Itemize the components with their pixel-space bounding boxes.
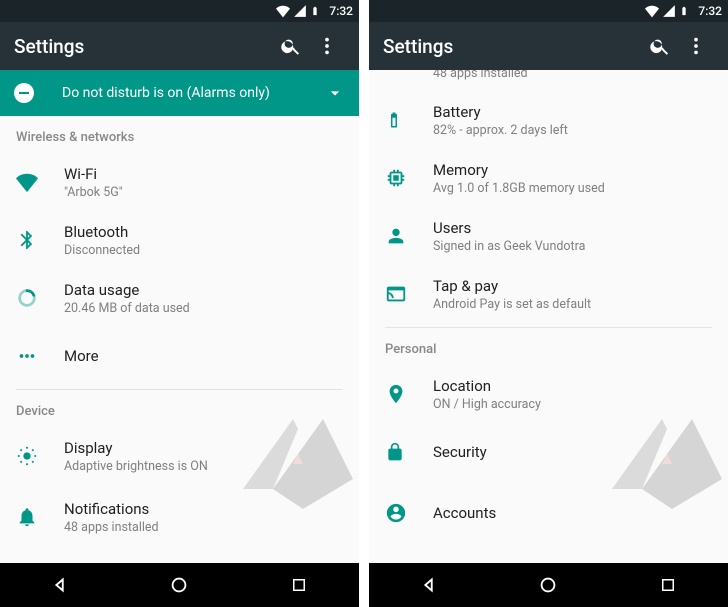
search-icon xyxy=(280,35,302,57)
row-title: Data usage xyxy=(64,281,343,299)
section-wireless: Wireless & networks xyxy=(0,116,359,153)
row-title: Display xyxy=(64,439,343,457)
phone-right: 7:32 Settings 48 apps installed Battery … xyxy=(369,0,728,607)
row-title: Bluetooth xyxy=(64,223,343,241)
row-subtitle: Adaptive brightness is ON xyxy=(64,459,343,474)
row-title: Accounts xyxy=(433,504,712,522)
nav-home-button[interactable] xyxy=(518,567,578,603)
back-icon xyxy=(418,574,440,596)
display-icon xyxy=(16,445,38,467)
recent-icon xyxy=(290,576,308,594)
row-notifications[interactable]: Notifications 48 apps installed xyxy=(0,485,359,543)
row-battery[interactable]: Battery 82% - approx. 2 days left xyxy=(369,91,728,149)
overflow-menu-button[interactable] xyxy=(309,28,345,64)
row-title: Battery xyxy=(433,103,712,121)
nav-bar xyxy=(369,563,728,607)
row-title: Wi-Fi xyxy=(64,165,343,183)
row-tap-pay[interactable]: Tap & pay Android Pay is set as default xyxy=(369,265,728,323)
row-wifi[interactable]: Wi-Fi "Arbok 5G" xyxy=(0,153,359,211)
partial-row-subtitle: 48 apps installed xyxy=(369,70,728,91)
row-subtitle: Disconnected xyxy=(64,243,343,258)
home-icon xyxy=(168,574,190,596)
wifi-status-icon xyxy=(276,4,290,18)
row-title: Notifications xyxy=(64,500,343,518)
app-bar: Settings xyxy=(369,22,728,70)
row-subtitle: Signed in as Geek Vundotra xyxy=(433,239,712,254)
row-title: Users xyxy=(433,219,712,237)
row-subtitle: 48 apps installed xyxy=(64,520,343,535)
wifi-status-icon xyxy=(645,4,659,18)
search-icon xyxy=(649,35,671,57)
dnd-banner-text: Do not disturb is on (Alarms only) xyxy=(62,85,325,101)
row-more[interactable]: More xyxy=(0,327,359,385)
signal-status-icon xyxy=(293,4,307,18)
chevron-down-icon xyxy=(325,83,345,103)
users-icon xyxy=(385,225,407,247)
row-subtitle: Android Pay is set as default xyxy=(433,297,712,312)
nav-back-button[interactable] xyxy=(399,567,459,603)
signal-status-icon xyxy=(662,4,676,18)
settings-list[interactable]: Wireless & networks Wi-Fi "Arbok 5G" Blu… xyxy=(0,116,359,563)
search-button[interactable] xyxy=(642,28,678,64)
row-title: Memory xyxy=(433,161,712,179)
row-subtitle: 20.46 MB of data used xyxy=(64,301,343,316)
recent-icon xyxy=(659,576,677,594)
status-time: 7:32 xyxy=(698,4,722,18)
wifi-icon xyxy=(16,171,38,193)
home-icon xyxy=(537,574,559,596)
accounts-icon xyxy=(385,502,407,524)
more-vert-icon xyxy=(685,35,707,57)
row-users[interactable]: Users Signed in as Geek Vundotra xyxy=(369,207,728,265)
row-display[interactable]: Display Adaptive brightness is ON xyxy=(0,427,359,485)
more-vert-icon xyxy=(316,35,338,57)
row-title: Location xyxy=(433,377,712,395)
bluetooth-icon xyxy=(16,229,38,251)
status-bar: 7:32 xyxy=(0,0,359,22)
row-security[interactable]: Security xyxy=(369,423,728,481)
row-bluetooth[interactable]: Bluetooth Disconnected xyxy=(0,211,359,269)
back-icon xyxy=(49,574,71,596)
location-icon xyxy=(385,383,407,405)
nav-back-button[interactable] xyxy=(30,567,90,603)
dnd-icon xyxy=(14,83,34,103)
search-button[interactable] xyxy=(273,28,309,64)
row-subtitle: ON / High accuracy xyxy=(433,397,712,412)
row-subtitle: 82% - approx. 2 days left xyxy=(433,123,712,138)
nav-recent-button[interactable] xyxy=(638,567,698,603)
more-horiz-icon xyxy=(16,345,38,367)
nav-recent-button[interactable] xyxy=(269,567,329,603)
row-data-usage[interactable]: Data usage 20.46 MB of data used xyxy=(0,269,359,327)
app-bar-title: Settings xyxy=(14,35,273,58)
settings-list[interactable]: 48 apps installed Battery 82% - approx. … xyxy=(369,70,728,563)
row-subtitle: Avg 1.0 of 1.8GB memory used xyxy=(433,181,712,196)
row-memory[interactable]: Memory Avg 1.0 of 1.8GB memory used xyxy=(369,149,728,207)
section-device: Device xyxy=(0,390,359,427)
lock-icon xyxy=(385,441,405,463)
overflow-menu-button[interactable] xyxy=(678,28,714,64)
nav-home-button[interactable] xyxy=(149,567,209,603)
app-bar: Settings xyxy=(0,22,359,70)
bell-icon xyxy=(16,506,38,528)
row-title: More xyxy=(64,347,343,365)
row-title: Tap & pay xyxy=(433,277,712,295)
app-bar-title: Settings xyxy=(383,35,642,58)
battery-status-icon xyxy=(310,4,324,18)
row-location[interactable]: Location ON / High accuracy xyxy=(369,365,728,423)
tap-pay-icon xyxy=(385,283,407,305)
status-bar: 7:32 xyxy=(369,0,728,22)
row-subtitle: "Arbok 5G" xyxy=(64,185,343,200)
section-personal: Personal xyxy=(369,328,728,365)
data-usage-icon xyxy=(16,287,38,309)
row-accounts[interactable]: Accounts xyxy=(369,481,728,539)
battery-icon xyxy=(385,109,403,131)
status-time: 7:32 xyxy=(329,4,353,18)
row-title: Security xyxy=(433,443,712,461)
battery-status-icon xyxy=(679,4,693,18)
nav-bar xyxy=(0,563,359,607)
dnd-banner[interactable]: Do not disturb is on (Alarms only) xyxy=(0,70,359,116)
memory-icon xyxy=(385,167,407,189)
phone-left: 7:32 Settings Do not disturb is on (Alar… xyxy=(0,0,359,607)
